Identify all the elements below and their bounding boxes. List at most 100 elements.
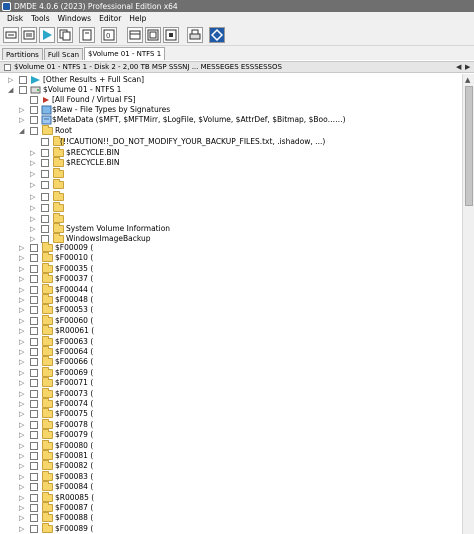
expand-icon[interactable]: ▷: [19, 525, 24, 533]
copy-button[interactable]: [57, 27, 73, 43]
tree-row-found-folder[interactable]: ▷ $F00088 (: [0, 512, 462, 523]
expand-icon[interactable]: ▷: [19, 275, 24, 283]
tree-row-found-folder[interactable]: ▷ $F00081 (: [0, 450, 462, 461]
tree-row-recycle-bin[interactable]: ▷ $RECYCLE.BIN: [0, 157, 462, 168]
expand-icon[interactable]: ▷: [19, 390, 24, 398]
row-checkbox[interactable]: [30, 264, 38, 273]
tree-row-caution-files[interactable]: (!!CAUTION!!_DO_NOT_MODIFY_YOUR_BACKUP_F…: [0, 136, 462, 147]
scroll-right-icon[interactable]: ▶: [465, 63, 470, 71]
tree-row-found-folder[interactable]: ▷ $F00071 (: [0, 377, 462, 388]
tree-row-found-folder[interactable]: ▷ $F00053 (: [0, 304, 462, 315]
expand-icon[interactable]: ▷: [19, 400, 24, 408]
scroll-up-icon[interactable]: ▲: [465, 76, 470, 84]
expand-icon[interactable]: ▷: [19, 452, 24, 460]
expand-icon[interactable]: ▷: [19, 410, 24, 418]
expand-icon[interactable]: ▷: [19, 421, 24, 429]
play-button[interactable]: [39, 27, 55, 43]
vertical-scrollbar[interactable]: ▲: [462, 74, 474, 534]
expand-icon[interactable]: ▷: [19, 369, 24, 377]
expand-icon[interactable]: ▷: [19, 514, 24, 522]
tree-row-folder[interactable]: ▷: [0, 191, 462, 202]
row-checkbox[interactable]: [30, 327, 38, 336]
tree-row-found-folder[interactable]: ▷ $F00009 (: [0, 242, 462, 253]
tree-row-found-folder[interactable]: ▷ $F00063 (: [0, 335, 462, 347]
expand-icon[interactable]: ▷: [19, 317, 24, 325]
row-checkbox[interactable]: [30, 410, 38, 419]
tab-volume[interactable]: $Volume 01 - NTFS 1: [84, 47, 166, 60]
row-checkbox[interactable]: [30, 127, 38, 135]
tree-row-found-folder[interactable]: ▷ $F00082 (: [0, 460, 462, 471]
expand-icon[interactable]: ▷: [19, 286, 24, 294]
tree-row-recycle-bin[interactable]: ▷ $RECYCLE.BIN: [0, 147, 462, 158]
expand-icon[interactable]: ▷: [30, 204, 35, 212]
scroll-left-icon[interactable]: ◀: [456, 63, 461, 71]
tree-row-other-results[interactable]: ▷ [Other Results + Full Scan]: [0, 75, 462, 85]
row-checkbox[interactable]: [30, 368, 38, 377]
row-checkbox[interactable]: [30, 389, 38, 398]
tree-row-found-folder[interactable]: ▷ $F00060 (: [0, 314, 462, 326]
tree-row-found-folder[interactable]: ▷ $F00069 (: [0, 366, 462, 378]
row-checkbox[interactable]: [19, 86, 27, 94]
expand-icon[interactable]: ▷: [19, 348, 24, 356]
tree-row-found-folder[interactable]: ▷ $F00044 (: [0, 283, 462, 295]
row-checkbox[interactable]: [30, 254, 38, 263]
edit-button[interactable]: 0: [101, 27, 117, 43]
expand-icon[interactable]: ▷: [19, 338, 24, 346]
row-checkbox[interactable]: [30, 337, 38, 346]
select-button[interactable]: [145, 27, 161, 43]
tree-row-found-folder[interactable]: ▷ $F00080 (: [0, 439, 462, 451]
expand-icon[interactable]: ▷: [30, 225, 35, 233]
tree-row-found-folder[interactable]: ▷ $R00085 (: [0, 491, 462, 503]
expand-icon[interactable]: ▷: [19, 296, 24, 304]
row-checkbox[interactable]: [41, 159, 49, 167]
view-button[interactable]: [127, 27, 143, 43]
disk-button[interactable]: [3, 27, 19, 43]
tree-row-found-folder[interactable]: ▷ $F00037 (: [0, 273, 462, 284]
row-checkbox[interactable]: [30, 116, 38, 124]
expand-icon[interactable]: ▷: [19, 244, 24, 252]
expand-icon[interactable]: ▷: [19, 106, 24, 114]
tree-row-found-folder[interactable]: ▷ $F00066 (: [0, 356, 462, 367]
row-checkbox[interactable]: [41, 204, 49, 212]
row-checkbox[interactable]: [30, 524, 38, 533]
tree-row-found-folder[interactable]: ▷ $F00010 (: [0, 252, 462, 263]
expand-icon[interactable]: ▷: [19, 494, 24, 502]
row-checkbox[interactable]: [30, 483, 38, 492]
row-checkbox[interactable]: [30, 306, 38, 315]
expand-icon[interactable]: ▷: [19, 379, 24, 387]
row-checkbox[interactable]: [41, 181, 49, 189]
row-checkbox[interactable]: [41, 170, 49, 178]
row-checkbox[interactable]: [41, 215, 49, 223]
expand-icon[interactable]: ▷: [30, 149, 35, 157]
expand-icon[interactable]: ▷: [19, 306, 24, 314]
tree-row-found-folder[interactable]: ▷ $F00078 (: [0, 418, 462, 430]
tree-row-found-folder[interactable]: ▷ $F00035 (: [0, 262, 462, 274]
list-button[interactable]: [21, 27, 37, 43]
row-checkbox[interactable]: [19, 76, 27, 84]
row-checkbox[interactable]: [30, 358, 38, 367]
expand-icon[interactable]: ▷: [19, 483, 24, 491]
path-checkbox[interactable]: [4, 64, 11, 71]
row-checkbox[interactable]: [30, 431, 38, 440]
row-checkbox[interactable]: [30, 379, 38, 388]
tree-row-found-folder[interactable]: ▷ $F00084 (: [0, 481, 462, 492]
tree-row-found-folder[interactable]: ▷ $F00073 (: [0, 387, 462, 399]
row-checkbox[interactable]: [41, 225, 49, 233]
expand-icon[interactable]: ▷: [8, 76, 13, 84]
tree-row-system-volume-information[interactable]: ▷ System Volume Information: [0, 223, 462, 234]
row-checkbox[interactable]: [30, 420, 38, 429]
scrollbar-thumb[interactable]: [465, 86, 473, 206]
expand-icon[interactable]: ▷: [30, 170, 35, 178]
brand-button[interactable]: [209, 27, 225, 43]
expand-icon[interactable]: ▷: [30, 235, 35, 243]
tree-row-raw[interactable]: ▷ $Raw - File Types by Signatures: [0, 105, 462, 115]
tree-row-root[interactable]: ◢ Root: [0, 125, 462, 136]
row-checkbox[interactable]: [30, 462, 38, 471]
tree-row-found-folder[interactable]: ▷ $F00087 (: [0, 502, 462, 513]
tree-row-found-folder[interactable]: ▷ $F00079 (: [0, 429, 462, 440]
tree-row-found-folder[interactable]: ▷ $F00064 (: [0, 346, 462, 357]
menu-windows[interactable]: Windows: [54, 14, 95, 23]
collapse-icon[interactable]: ◢: [19, 127, 24, 135]
expand-icon[interactable]: ▷: [30, 193, 35, 201]
tree-row-found-folder[interactable]: ▷ $F00083 (: [0, 470, 462, 482]
